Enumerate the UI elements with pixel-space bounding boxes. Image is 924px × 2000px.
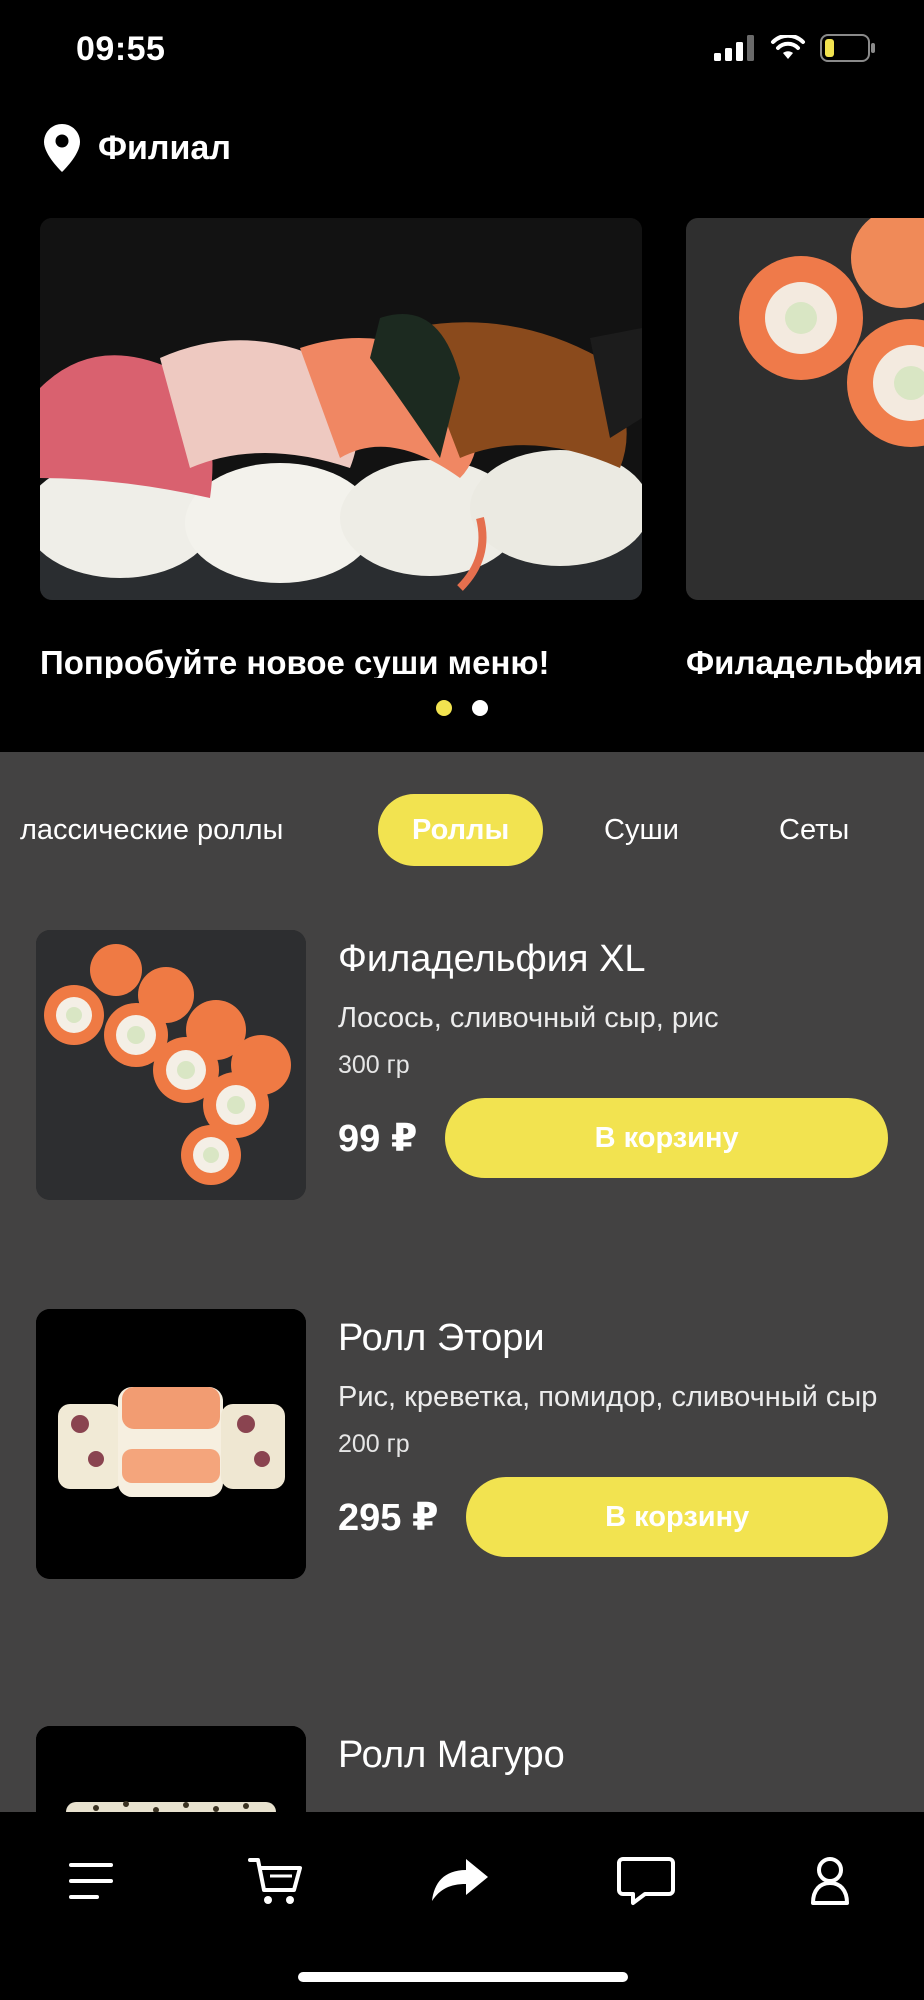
- branch-label: Филиал: [98, 128, 231, 167]
- banner-image-philadelphia: [686, 218, 924, 600]
- product-image: [36, 930, 306, 1200]
- home-indicator: [298, 1972, 628, 1982]
- status-icons: [714, 34, 876, 62]
- nav-cart[interactable]: [236, 1848, 316, 1914]
- product-info: Ролл Магуро: [338, 1734, 888, 1777]
- tab-sushi[interactable]: Суши: [604, 794, 679, 866]
- tab-sets[interactable]: Сеты: [779, 794, 849, 866]
- wifi-icon: [771, 35, 805, 59]
- product-description: Лосось, сливочный сыр, рис: [338, 1002, 719, 1034]
- banner-caption: Филадельфия: [686, 644, 923, 678]
- profile-icon: [811, 1857, 849, 1905]
- product-buy-row: 99 ₽ В корзину: [338, 1098, 888, 1178]
- product-weight: 200 гр: [338, 1430, 410, 1458]
- share-icon: [432, 1859, 488, 1901]
- location-pin-icon: [44, 124, 80, 172]
- category-tabs: лассические роллы Роллы Суши Сеты: [0, 794, 924, 866]
- menu-content: лассические роллы Роллы Суши Сеты Филаде…: [0, 752, 924, 1812]
- status-bar: 09:55: [0, 0, 924, 100]
- product-name: Ролл Магуро: [338, 1734, 565, 1776]
- product-image: [36, 1726, 306, 1812]
- banner-image-sushi: [40, 218, 642, 600]
- battery-icon: [820, 34, 875, 62]
- chat-icon: [617, 1857, 675, 1905]
- signal-icon: [714, 35, 754, 61]
- carousel-dot-active[interactable]: [436, 700, 452, 716]
- product-image: [36, 1309, 306, 1579]
- cart-icon: [248, 1858, 302, 1904]
- add-to-cart-button[interactable]: В корзину: [445, 1098, 888, 1178]
- promo-carousel[interactable]: Попробуйте новое суши меню! Филадельфия: [0, 218, 924, 678]
- bottom-nav: [0, 1812, 924, 2000]
- branch-selector[interactable]: Филиал: [44, 124, 231, 172]
- product-weight: 300 гр: [338, 1051, 410, 1079]
- promo-banner-sushi[interactable]: Попробуйте новое суши меню!: [40, 218, 642, 678]
- banner-caption: Попробуйте новое суши меню!: [40, 644, 550, 678]
- add-to-cart-button[interactable]: В корзину: [466, 1477, 888, 1557]
- nav-menu[interactable]: [52, 1848, 132, 1914]
- promo-banner-philadelphia[interactable]: Филадельфия: [686, 218, 924, 678]
- carousel-dots: [0, 700, 924, 716]
- nav-chat[interactable]: [606, 1848, 686, 1914]
- carousel-dot[interactable]: [472, 700, 488, 716]
- product-name: Ролл Этори: [338, 1317, 545, 1359]
- product-buy-row: 295 ₽ В корзину: [338, 1477, 888, 1557]
- tab-rolls[interactable]: Роллы: [378, 794, 544, 866]
- menu-icon: [69, 1863, 113, 1899]
- product-price: 99 ₽: [338, 1117, 418, 1160]
- nav-share[interactable]: [420, 1848, 500, 1914]
- product-description: Рис, креветка, помидор, сливочный сыр: [338, 1381, 878, 1413]
- product-price: 295 ₽: [338, 1496, 439, 1539]
- tab-classic-rolls[interactable]: лассические роллы: [20, 794, 283, 866]
- nav-profile[interactable]: [790, 1848, 870, 1914]
- product-info: Ролл Этори Рис, креветка, помидор, сливо…: [338, 1317, 888, 1557]
- product-name: Филадельфия XL: [338, 938, 646, 980]
- status-time: 09:55: [76, 30, 166, 68]
- product-info: Филадельфия XL Лосось, сливочный сыр, ри…: [338, 938, 888, 1178]
